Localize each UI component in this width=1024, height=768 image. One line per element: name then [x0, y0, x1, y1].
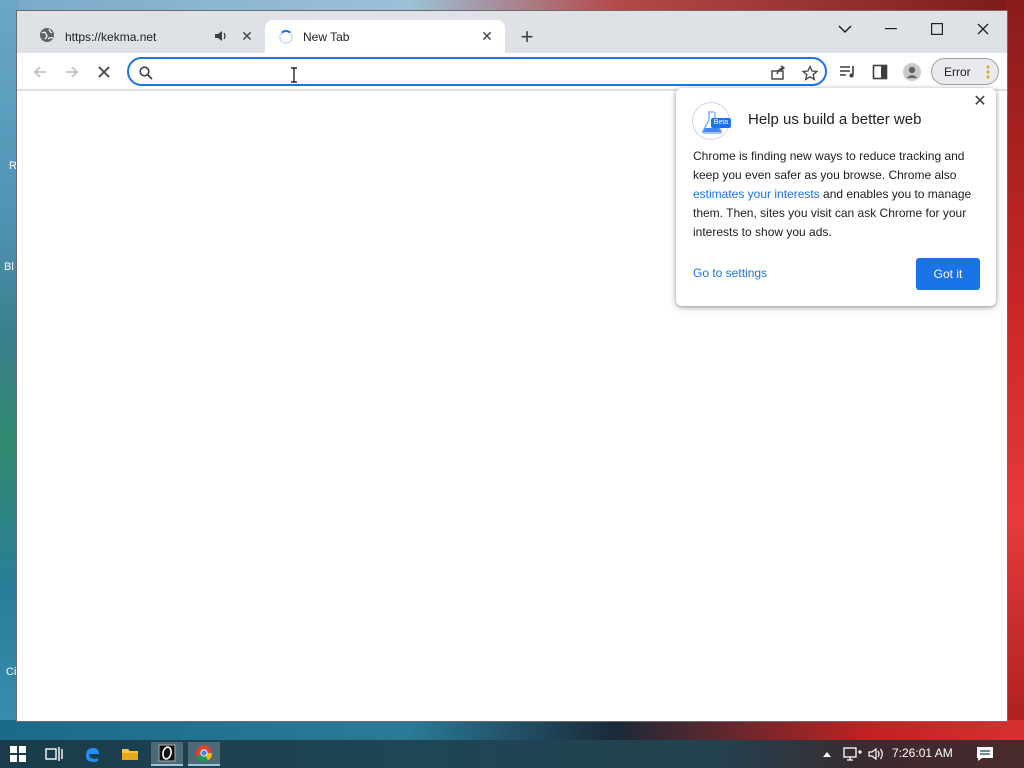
minimize-button[interactable]: [868, 15, 914, 43]
profile-error-button[interactable]: Error: [931, 58, 999, 85]
chevron-up-icon: [823, 752, 831, 757]
profile-error-label: Error: [944, 64, 971, 79]
task-view-icon: [45, 747, 63, 761]
estimates-interests-link[interactable]: estimates your interests: [693, 187, 820, 201]
new-tab-button[interactable]: +: [515, 26, 539, 50]
search-icon: [137, 64, 155, 82]
taskbar-clock[interactable]: 7:26:01 AM: [892, 746, 953, 760]
windows-logo-icon: [10, 746, 26, 762]
action-center-icon: [977, 747, 993, 761]
taskbar: 7:26:01 AM: [0, 740, 1024, 768]
tab-title: https://kekma.net: [65, 29, 157, 44]
folder-icon: [122, 749, 138, 760]
bookmark-star-icon[interactable]: [801, 64, 819, 82]
edge-browser-icon: [86, 748, 99, 762]
chevron-down-icon: [838, 25, 852, 34]
start-button[interactable]: [2, 742, 34, 766]
dialog-body: Chrome is finding new ways to reduce tra…: [693, 147, 983, 242]
address-bar[interactable]: [127, 57, 827, 86]
back-button[interactable]: [27, 59, 53, 85]
taskbar-file-explorer[interactable]: [114, 742, 146, 766]
audio-playing-icon[interactable]: [213, 28, 229, 44]
notification-center-button[interactable]: [974, 744, 996, 764]
privacy-sandbox-dialog: ✕ Beta Help us build a better web Chrome…: [676, 88, 996, 306]
desktop-wallpaper-right: [1006, 0, 1024, 740]
share-icon[interactable]: [769, 64, 787, 82]
task-view-button[interactable]: [38, 742, 70, 766]
tab-title: New Tab: [303, 29, 350, 44]
maximize-icon: [931, 23, 943, 35]
got-it-button[interactable]: Got it: [916, 258, 980, 290]
close-icon[interactable]: ✕: [479, 28, 495, 44]
minimize-icon: [885, 28, 897, 30]
network-icon[interactable]: [842, 744, 864, 764]
close-icon[interactable]: ✕: [239, 28, 255, 44]
globe-icon: [39, 27, 55, 46]
taskbar-chrome[interactable]: [188, 742, 220, 766]
beta-badge: Beta: [711, 118, 731, 128]
show-hidden-icons-button[interactable]: [820, 744, 834, 764]
loading-spinner-icon: [279, 29, 293, 44]
address-input[interactable]: [161, 62, 751, 81]
app-o-icon: [158, 744, 176, 762]
dialog-body-text: Chrome is finding new ways to reduce tra…: [693, 149, 965, 182]
profile-avatar-icon[interactable]: [901, 61, 923, 83]
go-to-settings-link[interactable]: Go to settings: [693, 266, 767, 280]
tab-kekma[interactable]: https://kekma.net ✕: [25, 20, 265, 53]
stop-loading-button[interactable]: [91, 59, 117, 85]
tab-strip: https://kekma.net ✕ New Tab ✕ +: [17, 11, 1007, 53]
close-window-button[interactable]: [960, 15, 1006, 43]
arrow-left-icon: [33, 66, 46, 78]
tab-search-button[interactable]: [822, 15, 868, 43]
kebab-menu-icon[interactable]: [986, 64, 990, 80]
desktop-wallpaper-bottom: [0, 720, 1024, 740]
desktop-icon-label[interactable]: Bl: [4, 261, 14, 273]
chrome-icon: [196, 745, 213, 762]
dialog-title: Help us build a better web: [748, 111, 922, 128]
maximize-button[interactable]: [914, 15, 960, 43]
ibeam-cursor-icon: [291, 67, 297, 83]
side-panel-icon[interactable]: [869, 61, 891, 83]
volume-icon[interactable]: [866, 744, 888, 764]
arrow-right-icon: [66, 66, 79, 78]
taskbar-edge[interactable]: [76, 742, 108, 766]
taskbar-app[interactable]: [151, 742, 183, 766]
desktop-icon-label[interactable]: Ci: [6, 666, 16, 678]
beta-flask-icon: Beta: [692, 102, 731, 140]
forward-button[interactable]: [59, 59, 85, 85]
stop-x-icon: [98, 66, 110, 78]
tab-new-tab[interactable]: New Tab ✕: [265, 20, 505, 53]
close-icon: [977, 23, 989, 35]
toolbar: Error: [17, 53, 1007, 90]
media-control-icon[interactable]: [837, 61, 859, 83]
close-icon[interactable]: ✕: [972, 94, 988, 110]
